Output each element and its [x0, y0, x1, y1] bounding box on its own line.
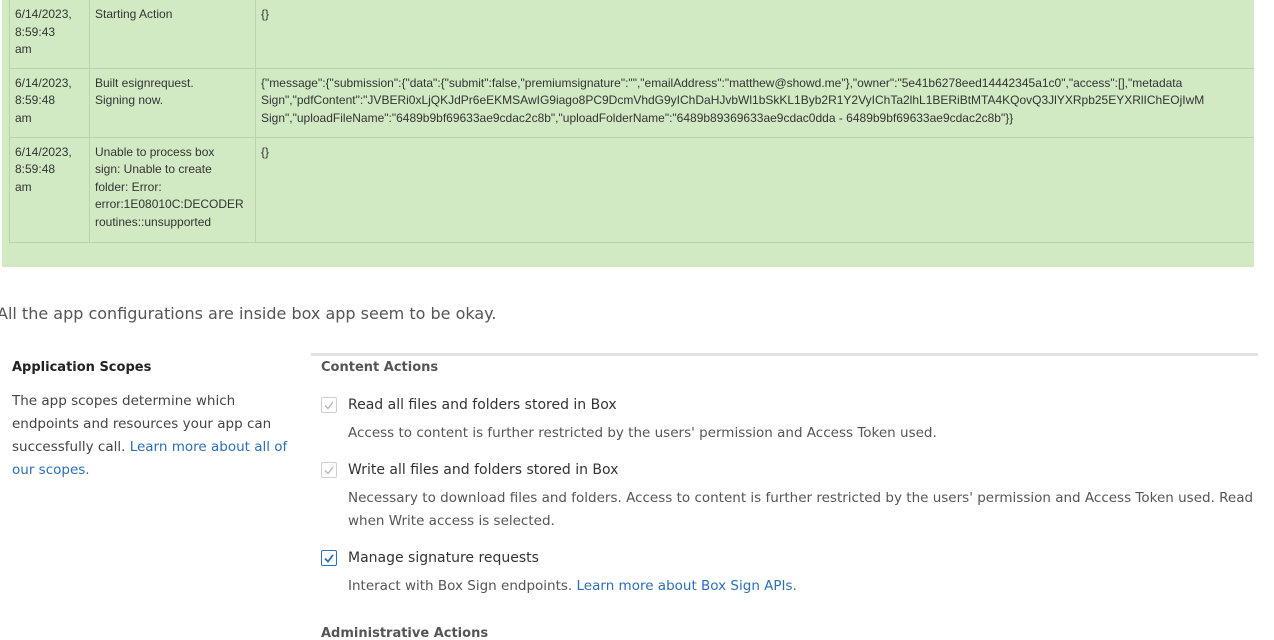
read-scope-label: Read all files and folders stored in Box [348, 397, 617, 413]
log-table: 6/14/2023, 8:59:43 am Starting Action {}… [9, 0, 1254, 243]
log-message-cell: Starting Action [89, 0, 256, 69]
log-screenshot: 6/14/2023, 8:59:43 am Starting Action {}… [2, 0, 1254, 267]
scope-read: Read all files and folders stored in Box… [321, 397, 1258, 445]
box-sign-apis-link[interactable]: Learn more about Box Sign APIs. [577, 578, 797, 594]
scopes-heading: Application Scopes [12, 360, 152, 375]
log-message-cell: Unable to process box sign: Unable to cr… [89, 136, 256, 243]
log-date-cell: 6/14/2023, 8:59:43 am [9, 0, 90, 69]
write-scope-description: Necessary to download files and folders.… [348, 490, 1254, 529]
table-row: 6/14/2023, 8:59:48 am Built esignrequest… [9, 67, 1254, 138]
table-row: 6/14/2023, 8:59:48 am Unable to process … [9, 136, 1254, 243]
log-message-cell: Built esignrequest. Signing now. [89, 67, 256, 138]
forum-post-text: All the app configurations are inside bo… [0, 304, 497, 323]
check-icon [324, 553, 334, 563]
read-scope-description: Access to content is further restricted … [348, 425, 937, 441]
log-data-cell: {} [255, 136, 1254, 243]
check-icon [324, 401, 334, 410]
scopes-info: Application Scopes The app scopes determ… [12, 360, 292, 482]
section-divider [311, 353, 1258, 356]
read-scope-checkbox[interactable] [321, 397, 337, 413]
scope-write: Write all files and folders stored in Bo… [321, 462, 1258, 533]
table-row: 6/14/2023, 8:59:43 am Starting Action {} [9, 0, 1254, 69]
write-scope-label: Write all files and folders stored in Bo… [348, 462, 619, 478]
box-app-scopes-section: Application Scopes The app scopes determ… [0, 350, 1274, 640]
administrative-actions-title: Administrative Actions [321, 626, 489, 640]
check-icon [324, 466, 334, 475]
manage-signature-description: Interact with Box Sign endpoints. Learn … [348, 578, 797, 594]
log-date-cell: 6/14/2023, 8:59:48 am [9, 136, 90, 243]
manage-signature-checkbox[interactable] [321, 550, 337, 566]
scopes-options: Content Actions Read all files and folde… [321, 360, 1271, 640]
scope-manage-signature: Manage signature requests Interact with … [321, 550, 1258, 598]
scopes-description: The app scopes determine which endpoints… [12, 393, 288, 478]
manage-signature-label: Manage signature requests [348, 550, 539, 566]
content-actions-title: Content Actions [321, 360, 439, 375]
write-scope-checkbox[interactable] [321, 462, 337, 478]
log-data-cell: {} [255, 0, 1254, 69]
log-date-cell: 6/14/2023, 8:59:48 am [9, 67, 90, 138]
log-data-cell: {"message":{"submission":{"data":{"submi… [255, 67, 1254, 138]
